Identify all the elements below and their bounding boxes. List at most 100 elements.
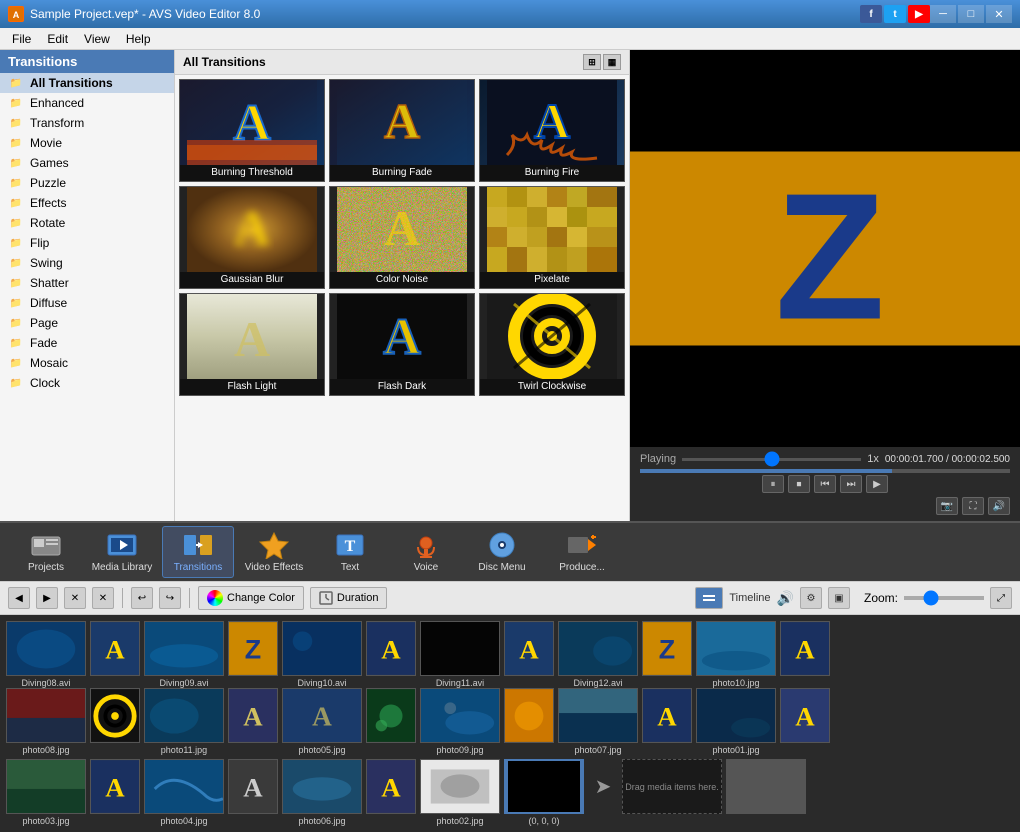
sidebar-item-rotate[interactable]: 📁 Rotate (0, 213, 174, 233)
media-cell-trans10[interactable] (504, 688, 554, 745)
toolbar-produce[interactable]: Produce... (542, 526, 622, 578)
transitions-scroll[interactable]: A Burning Threshold (175, 75, 629, 521)
media-cell-photo10[interactable]: photo10.jpg (696, 621, 776, 688)
sidebar-item-page[interactable]: 📁 Page (0, 313, 174, 333)
toolbar-media-library[interactable]: Media Library (86, 526, 158, 578)
facebook-icon[interactable]: f (860, 5, 882, 23)
transition-burning-threshold[interactable]: A Burning Threshold (179, 79, 325, 182)
minimize-button[interactable]: ─ (930, 5, 956, 23)
fit-button[interactable]: ⤢ (990, 587, 1012, 609)
sidebar-item-mosaic[interactable]: 📁 Mosaic (0, 353, 174, 373)
toolbar-voice[interactable]: Voice (390, 526, 462, 578)
pause-button[interactable]: ⏸ (762, 475, 784, 493)
media-cell-trans13[interactable]: A (90, 759, 140, 816)
media-cell-photo02[interactable]: photo02.jpg (420, 759, 500, 826)
timeline-undo-button[interactable]: ↩ (131, 587, 153, 609)
toolbar-video-effects[interactable]: Video Effects (238, 526, 310, 578)
transition-burning-fire[interactable]: A Burning Fire (479, 79, 625, 182)
play-button[interactable]: ▶ (866, 475, 888, 493)
stop-button[interactable]: ⏹ (788, 475, 810, 493)
progress-bar[interactable] (640, 469, 1010, 473)
drag-drop-zone[interactable]: Drag media items here. (622, 759, 722, 814)
media-cell-trans14[interactable]: A (228, 759, 278, 816)
transition-flash-light[interactable]: A Flash Light (179, 293, 325, 396)
transition-flash-dark[interactable]: A Flash Dark (329, 293, 475, 396)
media-cell-trans7[interactable] (90, 688, 140, 745)
timeline-back-button[interactable]: ◀ (8, 587, 30, 609)
toolbar-disc-menu[interactable]: Disc Menu (466, 526, 538, 578)
sidebar-item-flip[interactable]: 📁 Flip (0, 233, 174, 253)
youtube-icon[interactable]: ▶ (908, 5, 930, 23)
speed-slider[interactable] (682, 458, 861, 461)
media-cell-photo05[interactable]: A photo05.jpg (282, 688, 362, 755)
sidebar-item-fade[interactable]: 📁 Fade (0, 333, 174, 353)
media-cell-trans5[interactable]: Z (642, 621, 692, 678)
close-button[interactable]: ✕ (986, 5, 1012, 23)
snapshot-button[interactable]: 📷 (936, 497, 958, 515)
menu-help[interactable]: Help (118, 30, 159, 48)
media-cell-trans8[interactable]: A (228, 688, 278, 745)
media-cell-trans12[interactable]: A (780, 688, 830, 745)
media-cell-trans1[interactable]: A (90, 621, 140, 678)
clip-settings-button[interactable]: ▣ (828, 587, 850, 609)
media-cell-photo01[interactable]: photo01.jpg (696, 688, 776, 755)
media-cell-trans4[interactable]: A (504, 621, 554, 678)
menu-file[interactable]: File (4, 30, 39, 48)
media-cell-photo06[interactable]: photo06.jpg (282, 759, 362, 826)
media-cell-trans11[interactable]: A (642, 688, 692, 745)
maximize-button[interactable]: □ (958, 5, 984, 23)
timeline-stop-button[interactable]: ✕ (64, 587, 86, 609)
media-cell-diving08[interactable]: Diving08.avi (6, 621, 86, 688)
timeline-redo-button[interactable]: ↪ (159, 587, 181, 609)
media-cell-photo11[interactable]: photo11.jpg (144, 688, 224, 755)
audio-settings-button[interactable]: ⚙ (800, 587, 822, 609)
sidebar-item-all-transitions[interactable]: 📁 All Transitions (0, 73, 174, 93)
transition-twirl-clockwise[interactable]: Twirl Clockwise (479, 293, 625, 396)
toolbar-transitions[interactable]: Transitions (162, 526, 234, 578)
timeline-forward-button[interactable]: ▶ (36, 587, 58, 609)
media-cell-trans3[interactable]: A (366, 621, 416, 678)
sidebar-item-transform[interactable]: 📁 Transform (0, 113, 174, 133)
transition-color-noise[interactable]: A Color Noise (329, 186, 475, 289)
sidebar-item-clock[interactable]: 📁 Clock (0, 373, 174, 393)
sidebar-item-shatter[interactable]: 📁 Shatter (0, 273, 174, 293)
timeline-delete-button[interactable]: ✕ (92, 587, 114, 609)
media-cell-trans9[interactable] (366, 688, 416, 745)
media-cell-photo07[interactable]: photo07.jpg (558, 688, 638, 755)
zoom-slider[interactable] (904, 596, 984, 600)
view-large-icon[interactable]: ▦ (603, 54, 621, 70)
timeline-view-button[interactable] (695, 587, 723, 609)
menu-edit[interactable]: Edit (39, 30, 76, 48)
volume-button[interactable]: 🔊 (988, 497, 1010, 515)
toolbar-text[interactable]: T Text (314, 526, 386, 578)
media-cell-photo09[interactable]: photo09.jpg (420, 688, 500, 755)
media-cell-trans15[interactable]: A (366, 759, 416, 816)
twitter-icon[interactable]: t (884, 5, 906, 23)
transition-gaussian-blur[interactable]: A Gaussian Blur (179, 186, 325, 289)
media-cell-drag-drop[interactable]: Drag media items here. (622, 759, 722, 814)
sidebar-item-games[interactable]: 📁 Games (0, 153, 174, 173)
transition-pixelate[interactable]: Pixelate (479, 186, 625, 289)
prev-button[interactable]: ⏮ (814, 475, 836, 493)
media-cell-trans2[interactable]: Z (228, 621, 278, 678)
view-small-icon[interactable]: ⊞ (583, 54, 601, 70)
media-cell-diving09[interactable]: Diving09.avi (144, 621, 224, 688)
toolbar-projects[interactable]: Projects (10, 526, 82, 578)
change-color-button[interactable]: Change Color (198, 586, 304, 610)
next-button[interactable]: ⏭ (840, 475, 862, 493)
duration-button[interactable]: Duration (310, 587, 388, 609)
media-cell-black-frame[interactable]: (0, 0, 0) (504, 759, 584, 826)
media-cell-diving11[interactable]: Diving11.avi (420, 621, 500, 688)
sidebar-item-effects[interactable]: 📁 Effects (0, 193, 174, 213)
sidebar-item-movie[interactable]: 📁 Movie (0, 133, 174, 153)
menu-view[interactable]: View (76, 30, 118, 48)
transition-burning-fade[interactable]: A Burning Fade (329, 79, 475, 182)
sidebar-item-puzzle[interactable]: 📁 Puzzle (0, 173, 174, 193)
media-cell-diving12[interactable]: Diving12.avi (558, 621, 638, 688)
sidebar-item-diffuse[interactable]: 📁 Diffuse (0, 293, 174, 313)
media-cell-photo03[interactable]: photo03.jpg (6, 759, 86, 826)
media-cell-diving10[interactable]: Diving10.avi (282, 621, 362, 688)
sidebar-item-swing[interactable]: 📁 Swing (0, 253, 174, 273)
sidebar-item-enhanced[interactable]: 📁 Enhanced (0, 93, 174, 113)
media-cell-photo08[interactable]: photo08.jpg (6, 688, 86, 755)
